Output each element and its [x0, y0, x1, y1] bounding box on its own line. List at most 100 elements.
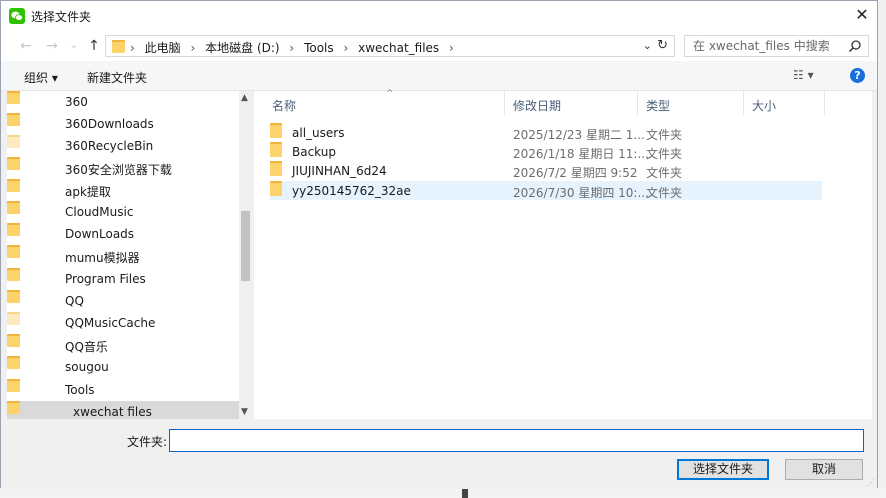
folder-icon: [270, 161, 282, 176]
breadcrumb-separator: ›: [343, 41, 349, 55]
folder-name-input[interactable]: [169, 429, 864, 452]
column-header-name[interactable]: 名称: [272, 97, 296, 114]
folder-icon: [7, 290, 20, 303]
column-divider[interactable]: [637, 91, 638, 115]
column-header-size[interactable]: 大小: [752, 97, 776, 114]
new-folder-button[interactable]: 新建文件夹: [87, 69, 147, 86]
refresh-icon[interactable]: ↻: [657, 38, 668, 53]
folder-icon: [7, 268, 20, 281]
resize-grip-icon[interactable]: ⋰: [867, 478, 875, 487]
column-divider[interactable]: [824, 91, 825, 115]
search-icon[interactable]: [848, 39, 862, 53]
file-date: 2026/7/30 星期四 10:...: [513, 186, 649, 200]
file-list[interactable]: ^ 名称 修改日期 类型 大小 all_users 2025/12/23 星期二…: [254, 89, 872, 419]
forward-arrow-icon[interactable]: →: [43, 36, 61, 56]
folder-icon: [270, 181, 282, 196]
tree-item-360downloads[interactable]: 360Downloads: [7, 113, 239, 135]
file-row[interactable]: Backup 2026/1/18 星期日 11:... 文件夹: [270, 142, 822, 161]
help-icon[interactable]: ?: [850, 68, 865, 83]
column-header-date[interactable]: 修改日期: [513, 97, 561, 114]
view-options-icon[interactable]: ☷ ▾: [793, 68, 814, 82]
organize-button[interactable]: 组织 ▾: [24, 69, 58, 86]
tree-item-label: QQMusicCache: [65, 316, 156, 330]
file-name: Backup: [292, 145, 336, 159]
tree-item-sougou[interactable]: sougou: [7, 356, 239, 378]
title-bar[interactable]: 选择文件夹 ✕: [1, 1, 877, 31]
folder-icon: [7, 223, 20, 236]
tree-item-label: apk提取: [65, 185, 111, 199]
tree-item-tools[interactable]: Tools: [7, 379, 239, 401]
close-button[interactable]: ✕: [847, 1, 877, 31]
select-folder-button[interactable]: 选择文件夹: [677, 459, 769, 480]
tree-item-cloudmusic[interactable]: CloudMusic: [7, 201, 239, 223]
breadcrumb-xwechat-files[interactable]: xwechat_files: [358, 41, 439, 55]
folder-icon: [7, 135, 20, 148]
folder-icon: [7, 379, 20, 392]
breadcrumb-local-disk[interactable]: 本地磁盘 (D:): [205, 41, 279, 55]
column-divider[interactable]: [743, 91, 744, 115]
tree-item-label: QQ: [65, 294, 84, 308]
tree-item-360recyclebin[interactable]: 360RecycleBin: [7, 135, 239, 157]
breadcrumb-separator: ›: [190, 41, 196, 55]
file-name: all_users: [292, 126, 345, 140]
navigation-pane[interactable]: 360 360Downloads 360RecycleBin 360安全浏览器下…: [7, 91, 252, 419]
dialog-title: 选择文件夹: [31, 10, 92, 24]
scroll-thumb[interactable]: [241, 211, 250, 281]
file-type: 文件夹: [646, 186, 683, 200]
tree-item-qqmusiccache[interactable]: QQMusicCache: [7, 312, 239, 334]
tree-item-apk[interactable]: apk提取: [7, 179, 239, 201]
folder-icon: [270, 142, 282, 157]
breadcrumb-separator: ›: [289, 41, 295, 55]
tree-item-360[interactable]: 360: [7, 91, 239, 113]
folder-icon: [7, 113, 20, 126]
file-type: 文件夹: [646, 166, 683, 180]
breadcrumb-this-pc[interactable]: 此电脑: [145, 41, 181, 55]
file-row[interactable]: all_users 2025/12/23 星期二 1... 文件夹: [270, 123, 822, 142]
up-arrow-icon[interactable]: ↑: [85, 36, 103, 56]
file-name: yy250145762_32ae: [292, 184, 411, 198]
tree-item-label: 360安全浏览器下载: [65, 163, 172, 177]
address-bar[interactable]: › 此电脑 › 本地磁盘 (D:) › Tools › xwechat_file…: [105, 35, 675, 57]
tree-item-downloads[interactable]: DownLoads: [7, 223, 239, 245]
column-header-type[interactable]: 类型: [646, 97, 670, 114]
breadcrumb-tools[interactable]: Tools: [304, 41, 334, 55]
tree-item-label: 360Downloads: [65, 117, 154, 131]
folder-icon: [7, 179, 20, 192]
tree-item-mumu[interactable]: mumu模拟器: [7, 245, 239, 267]
file-type: 文件夹: [646, 128, 683, 142]
tree-item-label: DownLoads: [65, 227, 135, 241]
folder-field-label: 文件夹:: [127, 435, 168, 449]
scroll-up-icon[interactable]: ▲: [241, 93, 248, 103]
breadcrumb-separator: ›: [130, 41, 135, 55]
breadcrumb-separator[interactable]: ›: [449, 41, 454, 55]
folder-icon: [270, 123, 282, 138]
search-input[interactable]: [693, 36, 843, 56]
tree-item-label: 360: [65, 95, 88, 109]
search-box[interactable]: [684, 35, 869, 57]
background-taskbar: [0, 488, 886, 498]
tree-item-360-browser-downloads[interactable]: 360安全浏览器下载: [7, 157, 239, 179]
tree-item-qq-music[interactable]: QQ音乐: [7, 334, 239, 356]
tree-item-label: xwechat files: [73, 405, 152, 419]
chevron-down-icon[interactable]: ⌄: [643, 39, 652, 52]
folder-icon: [7, 91, 20, 104]
back-arrow-icon[interactable]: ←: [17, 36, 35, 56]
recent-locations-icon[interactable]: ⌄: [65, 36, 83, 56]
file-date: 2026/1/18 星期日 11:...: [513, 147, 649, 161]
folder-icon: [7, 312, 20, 325]
dialog-footer: 文件夹: 选择文件夹 取消 ⋰: [1, 419, 877, 489]
file-row[interactable]: JIUJINHAN_6d24 2026/7/2 星期四 9:52 文件夹: [270, 161, 822, 180]
folder-icon: [7, 245, 20, 258]
tree-item-label: Tools: [65, 383, 95, 397]
tree-item-xwechat-files[interactable]: xwechat files: [7, 401, 239, 419]
file-row[interactable]: yy250145762_32ae 2026/7/30 星期四 10:... 文件…: [270, 181, 822, 200]
tree-item-label: CloudMusic: [65, 205, 134, 219]
tree-item-program-files[interactable]: Program Files: [7, 268, 239, 290]
scroll-down-icon[interactable]: ▼: [241, 407, 248, 417]
tree-item-qq[interactable]: QQ: [7, 290, 239, 312]
tree-scrollbar[interactable]: ▲ ▼: [239, 91, 252, 419]
column-divider[interactable]: [504, 91, 505, 115]
tree-item-label: sougou: [65, 360, 109, 374]
cancel-button[interactable]: 取消: [785, 459, 863, 480]
folder-icon: [7, 401, 20, 414]
